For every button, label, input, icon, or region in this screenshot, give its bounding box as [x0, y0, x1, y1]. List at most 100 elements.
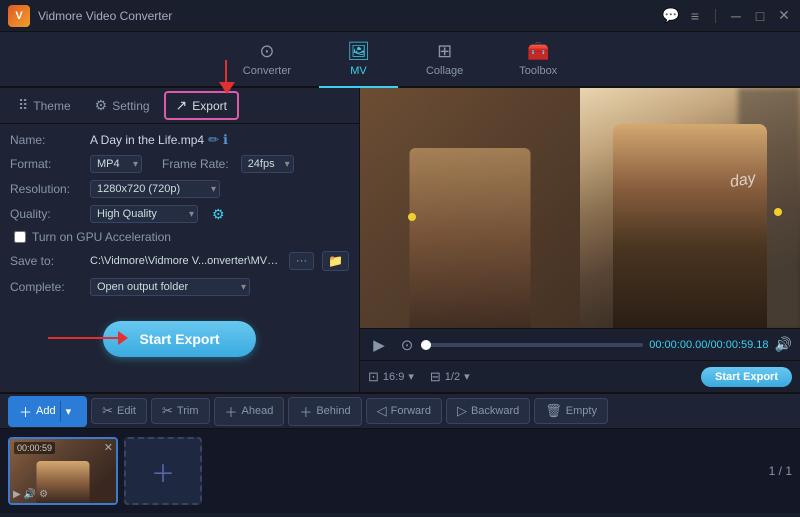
- complete-row: Complete: Open output folderDo nothing: [10, 278, 349, 296]
- clip-close-icon[interactable]: ✕: [104, 441, 113, 454]
- window-controls: 💬 ≡ ─ □ ✕: [663, 8, 792, 24]
- tab-converter[interactable]: ⊙ Converter: [215, 32, 319, 88]
- theme-label: Theme: [33, 99, 70, 113]
- name-edit-icon[interactable]: ✏: [208, 132, 219, 148]
- empty-icon: 🗑: [545, 403, 562, 419]
- zoom-group: ⊟ 1/2 ▾: [430, 369, 470, 385]
- stop-button[interactable]: ⊙: [396, 334, 418, 356]
- mv-icon: 🖼: [347, 41, 370, 62]
- saveto-folder-button[interactable]: 📁: [322, 251, 349, 271]
- start-export-button[interactable]: Start Export: [103, 321, 255, 357]
- saveto-browse-button[interactable]: ···: [289, 252, 314, 270]
- converter-icon: ⊙: [259, 41, 274, 62]
- zoom-label[interactable]: 1/2: [445, 371, 460, 383]
- clip-sound-icon[interactable]: 🔊: [24, 489, 36, 500]
- edit-icon: ✂: [102, 403, 113, 419]
- minimize-button[interactable]: ─: [728, 8, 744, 24]
- add-button[interactable]: ＋ Add ▾: [8, 396, 87, 427]
- behind-icon: ＋: [299, 402, 312, 421]
- clip-play-icon[interactable]: ▶: [13, 489, 21, 500]
- ratio-dropdown-icon[interactable]: ▾: [408, 370, 414, 383]
- format-label: Format:: [10, 157, 82, 171]
- empty-button[interactable]: 🗑 Empty: [534, 398, 608, 424]
- start-export-sm-button[interactable]: Start Export: [701, 367, 792, 387]
- tab-mv-label: MV: [350, 65, 367, 77]
- backward-icon: ▷: [457, 403, 467, 419]
- tab-converter-label: Converter: [243, 65, 291, 77]
- app-logo: V: [8, 5, 30, 27]
- complete-label: Complete:: [10, 280, 82, 294]
- gpu-checkbox[interactable]: [14, 231, 26, 243]
- video-thumbnail: day: [580, 88, 800, 328]
- player-controls: ▶ ⊙ 00:00:00.00/00:00:59.18 🔊: [360, 328, 800, 360]
- edit-label: Edit: [117, 405, 136, 417]
- saveto-label: Save to:: [10, 254, 82, 268]
- start-export-container: Start Export: [0, 311, 359, 365]
- add-dropdown-icon[interactable]: ▾: [60, 401, 77, 422]
- time-display: 00:00:00.00/00:00:59.18: [649, 339, 768, 351]
- theme-icon: ⠿: [18, 97, 28, 114]
- tab-collage[interactable]: ⊞ Collage: [398, 32, 491, 88]
- preview-panel-right: day: [580, 88, 800, 328]
- zoom-dropdown-icon[interactable]: ▾: [464, 370, 470, 383]
- empty-label: Empty: [566, 405, 597, 417]
- behind-label: Behind: [316, 405, 350, 417]
- play-button[interactable]: ▶: [368, 334, 390, 356]
- export-icon: ↗: [176, 97, 188, 114]
- page-count: 1 / 1: [769, 464, 792, 478]
- sub-nav: ⠿ Theme ⚙ Setting ↗ Export: [0, 88, 359, 124]
- progress-bar[interactable]: [424, 343, 643, 347]
- frame-rate-select-wrapper: 24fps30fps60fps: [241, 155, 294, 173]
- frame-rate-label: Frame Rate:: [162, 157, 229, 171]
- edit-button[interactable]: ✂ Edit: [91, 398, 147, 424]
- preview-panel-left: [360, 88, 580, 328]
- ahead-label: Ahead: [242, 405, 274, 417]
- quality-select[interactable]: High QualityStandard Quality: [90, 205, 198, 223]
- forward-button[interactable]: ◁ Forward: [366, 398, 442, 424]
- timeline: 00:00:59 ▶ 🔊 ⚙ ✕ ＋ 1 / 1: [0, 428, 800, 513]
- add-icon: ＋: [19, 402, 32, 421]
- close-button[interactable]: ✕: [776, 8, 792, 24]
- gpu-label: Turn on GPU Acceleration: [32, 230, 171, 244]
- name-row: Name: A Day in the Life.mp4 ✏ ℹ: [10, 132, 349, 148]
- trim-icon: ✂: [162, 403, 173, 419]
- export-button[interactable]: ↗ Export: [164, 91, 239, 120]
- right-panel: day ▶ ⊙ 00:00:00.00/00:00:59.18 🔊 ⊡: [360, 88, 800, 392]
- complete-select[interactable]: Open output folderDo nothing: [90, 278, 250, 296]
- theme-button[interactable]: ⠿ Theme: [8, 93, 81, 118]
- titlebar: V Vidmore Video Converter 💬 ≡ ─ □ ✕: [0, 0, 800, 32]
- setting-button[interactable]: ⚙ Setting: [85, 93, 160, 118]
- quality-gear-icon[interactable]: ⚙: [212, 206, 225, 223]
- name-info-icon[interactable]: ℹ: [223, 132, 228, 148]
- resolution-row: Resolution: 1280x720 (720p)1920x1080 (10…: [10, 180, 349, 198]
- frame-rate-select[interactable]: 24fps30fps60fps: [241, 155, 294, 173]
- trim-button[interactable]: ✂ Trim: [151, 398, 210, 424]
- tab-toolbox-label: Toolbox: [519, 65, 557, 77]
- forward-icon: ◁: [377, 403, 387, 419]
- ahead-button[interactable]: ＋ Ahead: [214, 397, 285, 426]
- add-clip-button[interactable]: ＋: [124, 437, 202, 505]
- complete-select-wrapper: Open output folderDo nothing: [90, 278, 250, 296]
- chat-icon[interactable]: 💬: [663, 8, 679, 24]
- saveto-row: Save to: C:\Vidmore\Vidmore V...onverter…: [10, 251, 349, 271]
- tab-collage-label: Collage: [426, 65, 463, 77]
- video-person: [613, 124, 767, 328]
- clip-settings-icon[interactable]: ⚙: [39, 489, 48, 500]
- tab-toolbox[interactable]: 🧰 Toolbox: [491, 32, 585, 88]
- behind-button[interactable]: ＋ Behind: [288, 397, 361, 426]
- trim-label: Trim: [177, 405, 199, 417]
- forward-label: Forward: [391, 405, 431, 417]
- format-select[interactable]: MP4MOVAVI: [90, 155, 142, 173]
- toolbox-icon: 🧰: [527, 41, 549, 62]
- menu-icon[interactable]: ≡: [687, 8, 703, 24]
- ratio-label[interactable]: 16:9: [383, 371, 404, 383]
- backward-button[interactable]: ▷ Backward: [446, 398, 530, 424]
- resolution-select[interactable]: 1280x720 (720p)1920x1080 (1080p): [90, 180, 220, 198]
- volume-icon[interactable]: 🔊: [775, 336, 792, 353]
- export-label: Export: [192, 99, 227, 113]
- timeline-clip[interactable]: 00:00:59 ▶ 🔊 ⚙ ✕: [8, 437, 118, 505]
- tab-mv[interactable]: 🖼 MV: [319, 32, 398, 88]
- clip-time: 00:00:59: [14, 442, 55, 454]
- quality-row: Quality: High QualityStandard Quality ⚙: [10, 205, 349, 223]
- maximize-button[interactable]: □: [752, 8, 768, 24]
